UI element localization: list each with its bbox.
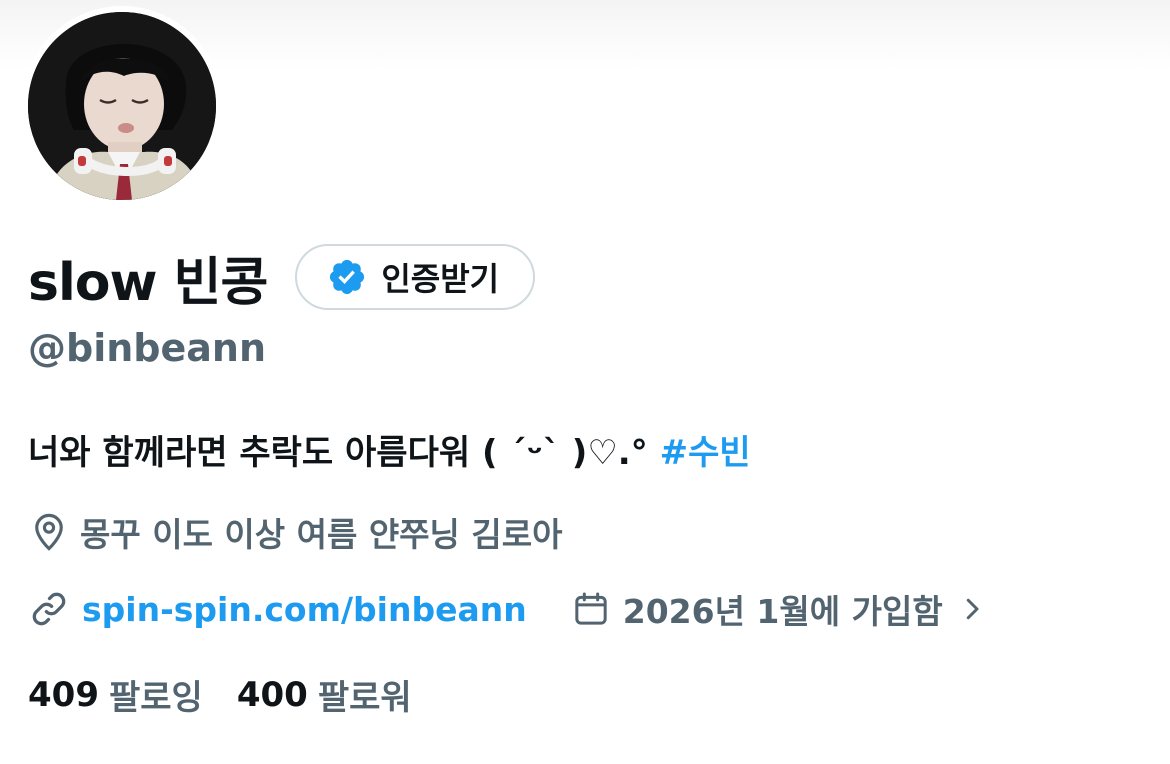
link-icon bbox=[32, 592, 66, 626]
avatar-photo bbox=[28, 12, 216, 200]
joined-date-button[interactable]: 2026년 1월에 가입함 bbox=[571, 585, 987, 633]
followers-link[interactable]: 400 팔로워 bbox=[237, 670, 412, 719]
profile-website-link[interactable]: spin-spin.com/binbeann bbox=[82, 590, 527, 629]
location-pin-icon bbox=[35, 513, 63, 551]
calendar-icon bbox=[575, 592, 607, 625]
location-text: 몽꾸 이도 이상 여름 얀쭈닝 김로아 bbox=[80, 515, 563, 554]
profile-meta-row: spin-spin.com/binbeann 2026년 1월에 가입함 bbox=[28, 585, 987, 633]
following-label: 팔로잉 bbox=[108, 678, 203, 718]
following-count: 409 bbox=[28, 674, 99, 715]
profile-handle: @binbeann bbox=[28, 326, 267, 370]
profile-page: slow 빈콩 인증받기 @binbeann 너와 함께라면 추락도 아름다워 … bbox=[0, 0, 1170, 764]
bio-text: 너와 함께라면 추락도 아름다워 ( ´ᵕ` )♡.° bbox=[28, 433, 648, 473]
bio-hashtag-link[interactable]: #수빈 bbox=[660, 433, 751, 473]
joined-date-text: 2026년 1월에 가입함 bbox=[622, 592, 943, 631]
followers-label: 팔로워 bbox=[317, 678, 412, 718]
chevron-right-icon bbox=[966, 598, 979, 620]
profile-location: 몽꾸 이도 이상 여름 얀쭈닝 김로아 bbox=[28, 508, 562, 556]
following-link[interactable]: 409 팔로잉 bbox=[28, 670, 203, 719]
followers-count: 400 bbox=[236, 674, 308, 715]
profile-bio: 너와 함께라면 추락도 아름다워 ( ´ᵕ` )♡.° #수빈 bbox=[28, 425, 751, 474]
avatar-illustration bbox=[28, 12, 216, 200]
verified-badge-icon bbox=[330, 259, 365, 295]
display-name: slow 빈콩 bbox=[28, 252, 268, 313]
get-verified-button[interactable]: 인증받기 bbox=[295, 244, 536, 310]
name-row: slow 빈콩 인증받기 bbox=[28, 240, 536, 314]
follow-stats: 409 팔로잉 400 팔로워 bbox=[28, 670, 412, 719]
get-verified-label: 인증받기 bbox=[381, 260, 500, 298]
avatar[interactable] bbox=[22, 6, 222, 206]
